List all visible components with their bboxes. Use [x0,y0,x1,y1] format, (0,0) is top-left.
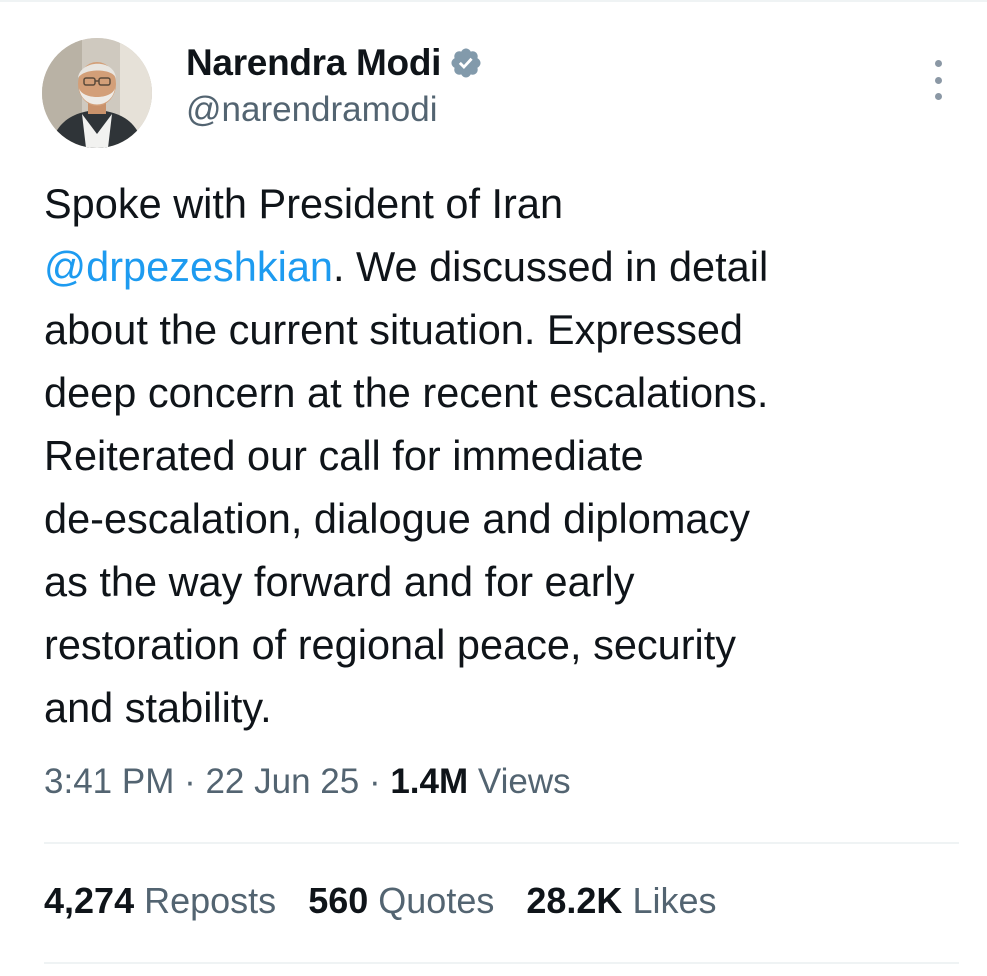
quotes-stat[interactable]: 560 Quotes [308,880,494,922]
reposts-stat[interactable]: 4,274 Reposts [44,880,276,922]
tweet-text-segment: about the current situation. Expressed [44,306,743,353]
tweet-line: Spoke with President of Iran [44,172,964,235]
tweet-time[interactable]: 3:41 PM [44,762,174,801]
likes-label: Likes [632,880,717,921]
mention-link[interactable]: @drpezeshkian [44,243,333,290]
quotes-label: Quotes [378,880,495,921]
avatar[interactable] [42,38,152,148]
quotes-count: 560 [308,880,369,921]
tweet: Narendra Modi @narendramodi Spoke with P… [0,0,987,976]
tweet-line: de-escalation, dialogue and diplomacy [44,487,964,550]
tweet-line: about the current situation. Expressed [44,298,964,361]
reposts-label: Reposts [144,880,277,921]
divider [44,842,959,844]
tweet-line: Reiterated our call for immediate [44,424,964,487]
tweet-text-segment: de-escalation, dialogue and diplomacy [44,495,750,542]
tweet-text-segment: . We discussed in detail [332,243,769,290]
tweet-text-segment: Spoke with President of Iran [44,180,564,227]
tweet-text-segment: deep concern at the recent escalations. [44,369,769,416]
tweet-text-segment: as the way forward and for early [44,558,635,605]
views-label[interactable]: Views [468,762,571,801]
views-count[interactable]: 1.4M [390,762,468,801]
reposts-count: 4,274 [44,880,135,921]
tweet-line: and stability. [44,676,964,739]
author-handle[interactable]: @narendramodi [186,90,438,130]
tweet-text-segment: Reiterated our call for immediate [44,432,644,479]
meta-separator: · [174,762,206,801]
tweet-line: @drpezeshkian. We discussed in detail [44,235,964,298]
engagement-stats: 4,274 Reposts 560 Quotes 28.2K Likes [44,880,717,922]
more-dot [934,76,942,84]
author-name-row: Narendra Modi [186,40,483,86]
more-dot [934,93,942,100]
avatar-image [42,38,152,148]
likes-count: 28.2K [526,880,623,921]
author-display-name[interactable]: Narendra Modi [186,42,441,84]
tweet-date[interactable]: 22 Jun 25 [205,762,359,801]
tweet-line: deep concern at the recent escalations. [44,361,964,424]
tweet-line: as the way forward and for early [44,550,964,613]
tweet-line: restoration of regional peace, security [44,613,964,676]
meta-separator: · [359,762,391,801]
tweet-text: Spoke with President of Iran @drpezeshki… [44,172,964,739]
tweet-text-segment: and stability. [44,684,272,731]
tweet-meta: 3:41 PM · 22 Jun 25 · 1.4M Views [44,762,571,802]
divider [44,962,959,964]
more-dot [934,60,942,67]
tweet-text-segment: restoration of regional peace, security [44,621,737,668]
likes-stat[interactable]: 28.2K Likes [526,880,716,922]
more-options-icon[interactable] [918,58,958,102]
verified-badge-icon[interactable] [449,46,483,80]
